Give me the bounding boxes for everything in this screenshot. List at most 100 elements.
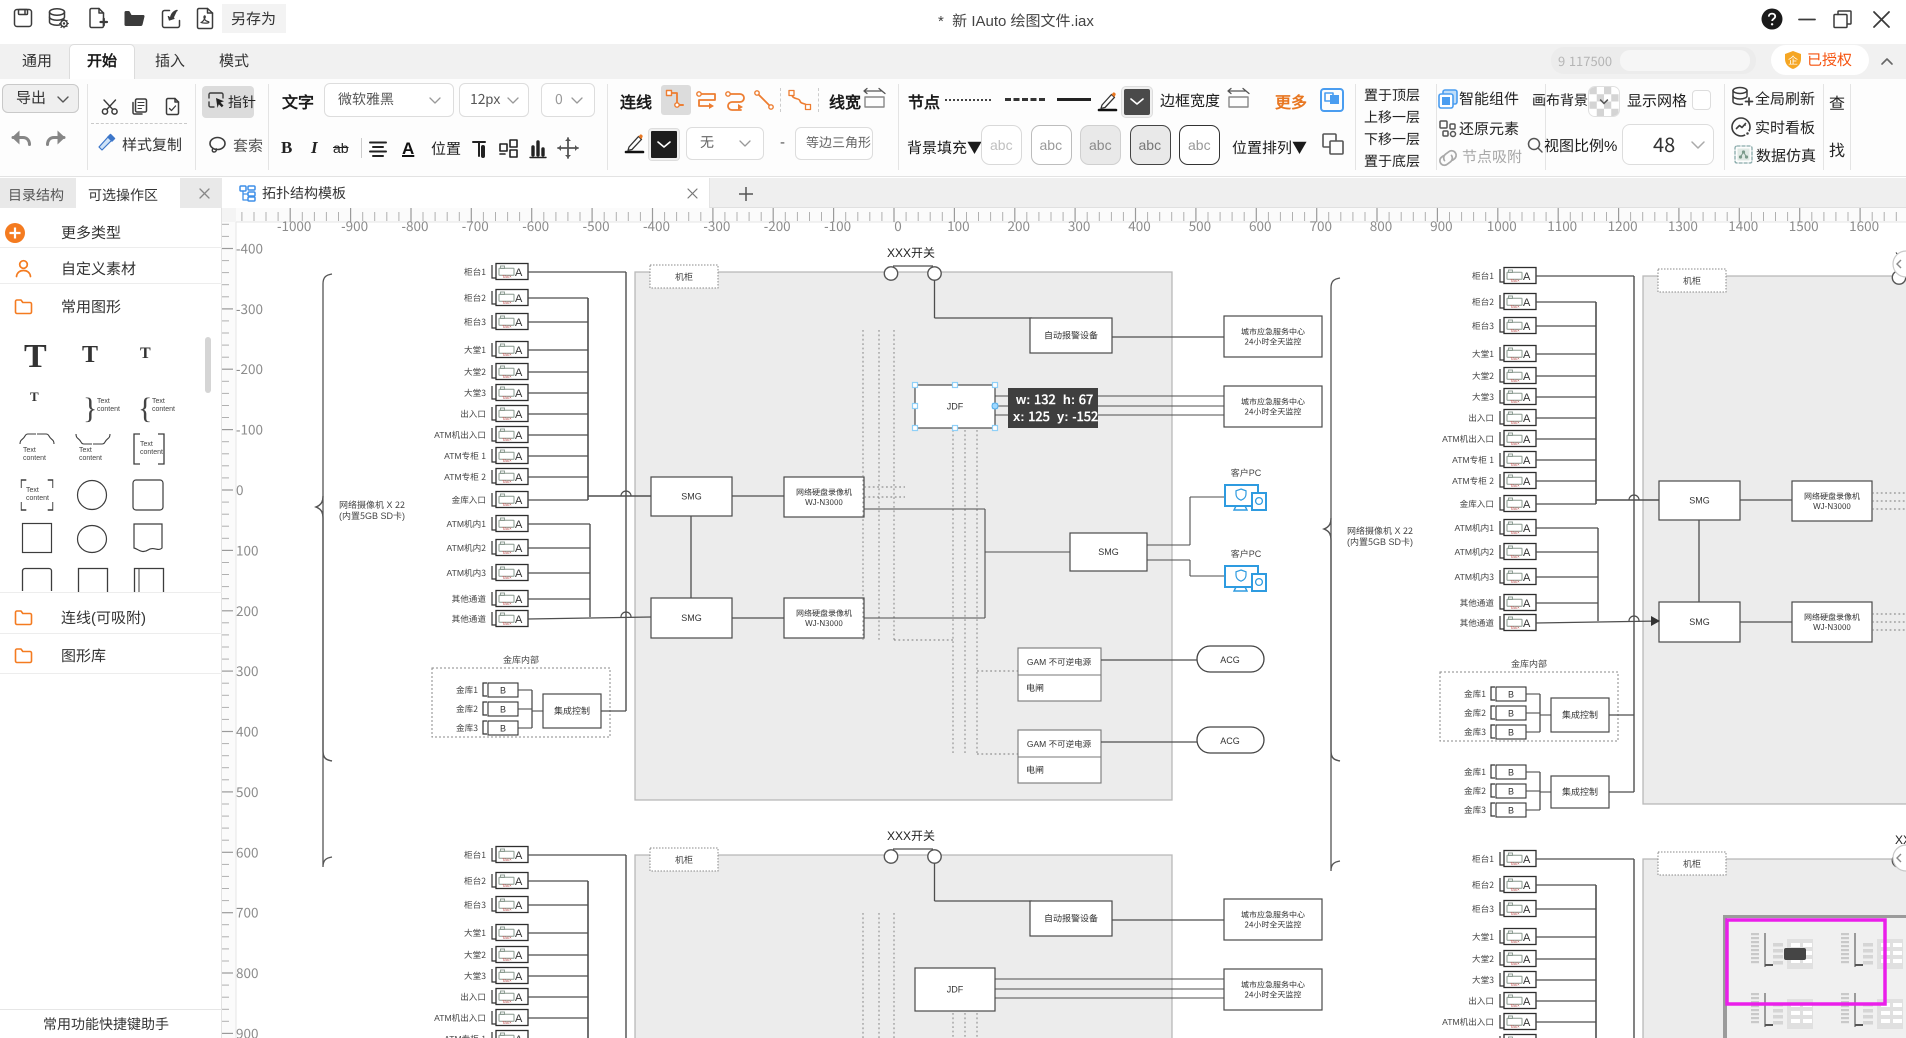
svg-text:Tax×: Tax× (1510, 399, 1520, 405)
svg-text:Tax×: Tax× (1510, 554, 1520, 560)
svg-text:Tax×: Tax× (502, 1020, 512, 1026)
svg-text:金库内部: 金库内部 (1511, 657, 1547, 670)
svg-text:A: A (515, 947, 523, 963)
svg-text:A: A (515, 342, 523, 358)
svg-text:Tax×: Tax× (1510, 304, 1520, 310)
svg-text:A: A (515, 540, 523, 556)
svg-text:金库2: 金库2 (456, 703, 478, 715)
svg-text:A: A (1523, 318, 1531, 334)
svg-text:机柜: 机柜 (675, 853, 693, 866)
svg-text:-900: -900 (341, 215, 368, 235)
svg-text:A: A (1523, 496, 1531, 512)
svg-text:A: A (515, 492, 523, 508)
svg-text:柜台3: 柜台3 (1472, 320, 1494, 332)
svg-text:A: A (1523, 452, 1531, 468)
svg-text:A: A (515, 364, 523, 380)
svg-text:A: A (1523, 569, 1531, 585)
svg-text:A: A (1523, 346, 1531, 362)
svg-text:Tax×: Tax× (1510, 911, 1520, 917)
svg-text:金库3: 金库3 (1464, 726, 1486, 738)
svg-text:ATM机内2: ATM机内2 (1455, 546, 1495, 558)
svg-text:1000: 1000 (1487, 215, 1517, 235)
svg-text:A: A (1523, 268, 1531, 284)
svg-text:Tax×: Tax× (502, 502, 512, 508)
svg-text:A: A (515, 847, 523, 863)
svg-text:A: A (1523, 1014, 1531, 1030)
svg-text:其他通道: 其他通道 (1460, 617, 1495, 629)
svg-text:柜台2: 柜台2 (464, 875, 486, 887)
svg-text:XXX开关: XXX开关 (887, 827, 935, 844)
svg-text:柜台3: 柜台3 (1472, 903, 1494, 915)
svg-text:机柜: 机柜 (1683, 274, 1701, 287)
svg-text:Tax×: Tax× (1510, 530, 1520, 536)
svg-text:-200: -200 (764, 215, 791, 235)
svg-text:Tax×: Tax× (502, 857, 512, 863)
svg-text:B: B (1508, 707, 1514, 720)
svg-text:A: A (1523, 431, 1531, 447)
svg-text:A: A (515, 1010, 523, 1026)
svg-text:GAM 不可逆电源: GAM 不可逆电源 (1027, 656, 1092, 668)
svg-text:Tax×: Tax× (502, 601, 512, 607)
svg-text:B: B (1508, 726, 1514, 739)
svg-text:(内置5GB SD卡): (内置5GB SD卡) (339, 509, 405, 522)
svg-text:大堂3: 大堂3 (464, 970, 486, 982)
svg-text:A: A (515, 290, 523, 306)
svg-text:Tax×: Tax× (1510, 462, 1520, 468)
svg-text:SMG: SMG (681, 490, 702, 503)
svg-text:SMG: SMG (1689, 615, 1710, 628)
svg-text:Tax×: Tax× (1510, 328, 1520, 334)
svg-text:客户PC: 客户PC (1231, 466, 1262, 479)
svg-text:Tax×: Tax× (502, 479, 512, 485)
svg-text:Tax×: Tax× (502, 957, 512, 963)
svg-text:JDF: JDF (947, 983, 964, 996)
svg-text:A: A (1523, 929, 1531, 945)
svg-text:大堂2: 大堂2 (1472, 953, 1494, 965)
svg-text:-100: -100 (824, 215, 851, 235)
svg-text:24小时全天监控: 24小时全天监控 (1245, 406, 1302, 417)
svg-text:Tax×: Tax× (1510, 982, 1520, 988)
svg-text:WJ-N3000: WJ-N3000 (805, 497, 843, 508)
svg-text:金库入口: 金库入口 (1460, 498, 1494, 510)
svg-text:Tax×: Tax× (1510, 605, 1520, 611)
svg-text:柜台2: 柜台2 (1472, 879, 1494, 891)
svg-text:电闸: 电闸 (1026, 763, 1044, 776)
svg-text:大堂1: 大堂1 (464, 344, 486, 356)
svg-text:A: A (515, 1031, 523, 1038)
svg-text:700: 700 (236, 902, 258, 922)
svg-text:柜台2: 柜台2 (464, 292, 486, 304)
svg-text:ATM机出入口: ATM机出入口 (1442, 433, 1494, 445)
svg-text:300: 300 (236, 660, 258, 680)
svg-text:金库1: 金库1 (456, 684, 478, 696)
svg-text:ATM机内1: ATM机内1 (447, 518, 487, 530)
svg-text:自动报警设备: 自动报警设备 (1044, 912, 1098, 925)
svg-text:A: A (515, 873, 523, 889)
svg-text:A: A (1523, 368, 1531, 384)
svg-text:0: 0 (236, 479, 244, 499)
svg-text:900: 900 (236, 1022, 258, 1038)
svg-text:大堂2: 大堂2 (464, 949, 486, 961)
svg-text:-300: -300 (236, 298, 263, 318)
svg-text:-800: -800 (402, 215, 429, 235)
svg-text:ATM专柜 1: ATM专柜 1 (1452, 454, 1494, 466)
svg-text:A: A (515, 611, 523, 627)
svg-text:Tax×: Tax× (502, 575, 512, 581)
svg-text:A: A (515, 897, 523, 913)
svg-text:集成控制: 集成控制 (1562, 708, 1598, 721)
svg-text:A: A (1523, 851, 1531, 867)
svg-text:大堂3: 大堂3 (464, 387, 486, 399)
svg-text:A: A (1523, 877, 1531, 893)
svg-text:1400: 1400 (1728, 215, 1758, 235)
svg-text:24小时全天监控: 24小时全天监控 (1245, 919, 1302, 930)
svg-text:其他通道: 其他通道 (1460, 597, 1495, 609)
svg-text:金库内部: 金库内部 (503, 653, 539, 666)
svg-text:ATM机内3: ATM机内3 (447, 567, 487, 579)
svg-text:Tax×: Tax× (1510, 378, 1520, 384)
svg-text:B: B (500, 722, 506, 735)
svg-text:Tax×: Tax× (502, 621, 512, 627)
svg-text:Tax×: Tax× (502, 300, 512, 306)
svg-text:A: A (1523, 520, 1531, 536)
svg-text:Tax×: Tax× (1510, 1024, 1520, 1030)
svg-text:B: B (1508, 804, 1514, 817)
svg-text:ATM专柜 1: ATM专柜 1 (444, 1033, 486, 1038)
svg-text:金库2: 金库2 (1464, 785, 1486, 797)
